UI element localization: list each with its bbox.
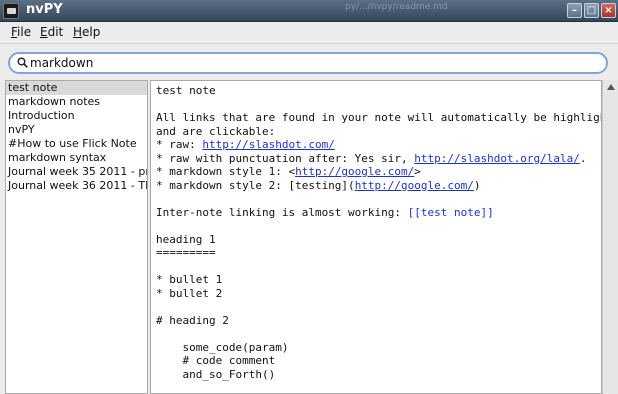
menu-file[interactable]: File — [11, 25, 31, 39]
code-line: and_so_Forth() — [156, 367, 276, 381]
punct-link-suffix: . — [579, 151, 587, 165]
note-list-item[interactable]: markdown notes — [6, 95, 147, 109]
note-list-item[interactable]: markdown syntax — [6, 151, 147, 165]
search-icon — [17, 57, 28, 68]
intro-text: and are clickable: — [156, 124, 276, 138]
code-line: some_code(param) — [156, 340, 289, 354]
heading-1-rule: ========= — [156, 246, 216, 259]
markdown-style2-link[interactable]: http://google.com/ — [355, 179, 474, 192]
minimize-button[interactable]: – — [567, 3, 582, 18]
close-button[interactable]: × — [601, 3, 616, 18]
search-box — [8, 52, 608, 74]
bullet-item: * bullet 2 — [156, 286, 223, 300]
punct-link-prefix: * raw with punctuation after: Yes sir, — [156, 151, 415, 165]
editor-scrollbar[interactable] — [602, 80, 618, 394]
app-icon — [3, 3, 19, 19]
note-list-item[interactable]: nvPY — [6, 123, 147, 137]
markdown-style2-suffix: ) — [473, 178, 481, 192]
internote-link[interactable]: [[test note]] — [408, 206, 494, 219]
internote-prefix: Inter-note linking is almost working: — [156, 205, 408, 219]
code-line: # code comment — [156, 354, 276, 367]
intro-text: All links that are found in your note wi… — [156, 111, 602, 124]
raw-link-prefix: * raw: — [156, 138, 203, 151]
heading-1: heading 1 — [156, 232, 216, 246]
note-list-item[interactable]: test note — [6, 81, 147, 95]
scroll-up-arrow-icon[interactable] — [607, 84, 615, 90]
raw-link[interactable]: http://slashdot.com/ — [202, 138, 334, 151]
maximize-button[interactable]: □ — [584, 3, 599, 18]
markdown-style1-prefix: * markdown style 1: < — [156, 165, 296, 178]
bullet-item: * bullet 1 — [156, 273, 223, 286]
menu-help[interactable]: Help — [73, 25, 100, 39]
note-list-item[interactable]: Journal week 35 2011 - pro — [6, 165, 147, 179]
markdown-style1-link[interactable]: http://google.com/ — [295, 165, 414, 178]
heading-2: # heading 2 — [156, 313, 229, 327]
note-list-item[interactable]: Introduction — [6, 109, 147, 123]
note-title-line: test note — [156, 84, 216, 97]
search-input[interactable] — [30, 55, 590, 71]
markdown-style2-prefix: * markdown style 2: [testing]( — [156, 178, 355, 192]
title-bar: nvPY py/.../nvpy/readme.md – □ × — [0, 0, 618, 22]
markdown-style1-suffix: > — [414, 165, 421, 178]
note-editor[interactable]: test note All links that are found in yo… — [150, 80, 602, 394]
note-list: test note markdown notes Introduction nv… — [5, 80, 148, 394]
punctuation-link[interactable]: http://slashdot.org/lala/ — [414, 152, 580, 165]
window-title: nvPY — [26, 2, 63, 17]
note-list-item[interactable]: Journal week 36 2011 - TI — [6, 179, 147, 193]
note-list-item[interactable]: #How to use Flick Note — [6, 137, 147, 151]
menu-bar: File Edit Help — [0, 22, 618, 44]
menu-edit[interactable]: Edit — [40, 25, 63, 39]
background-window-text: py/.../nvpy/readme.md — [345, 2, 448, 12]
